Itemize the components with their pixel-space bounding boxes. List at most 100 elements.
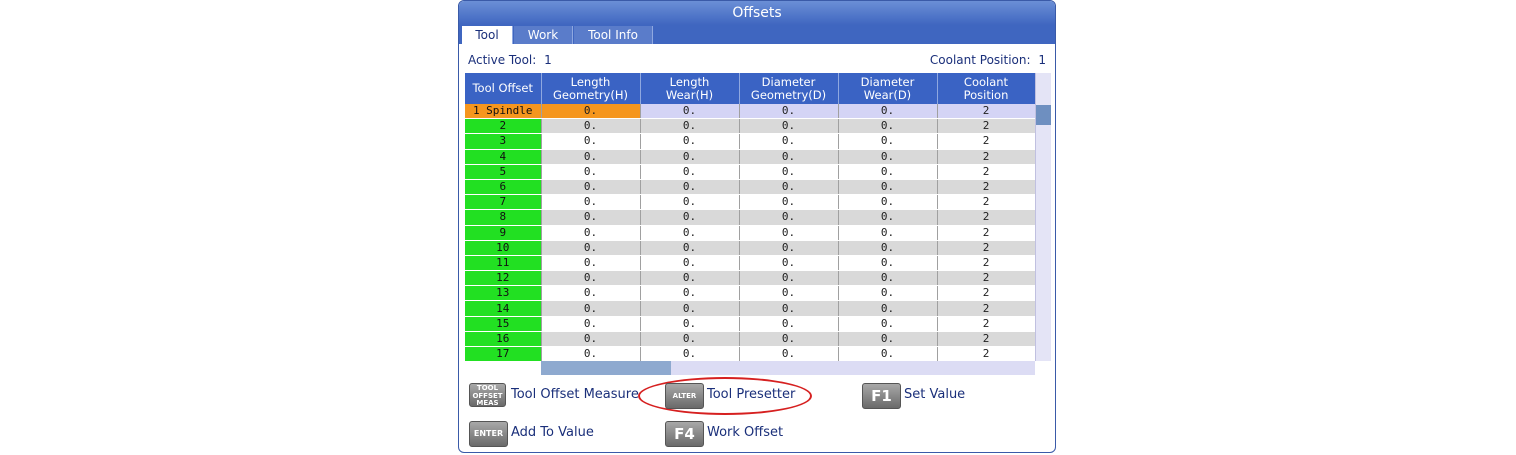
offset-value-cell[interactable]: 0. [640, 285, 740, 302]
tab-tool-info[interactable]: Tool Info [574, 26, 653, 44]
offset-value-cell[interactable]: 0. [640, 179, 740, 196]
offset-value-cell[interactable]: 0. [640, 209, 740, 226]
offset-value-cell[interactable]: 0. [739, 179, 839, 196]
table-row[interactable]: 13 0. 0. 0. 0. 2 [465, 285, 1036, 302]
offset-value-cell[interactable]: 2 [937, 331, 1036, 348]
offset-value-cell[interactable]: 2 [937, 104, 1036, 120]
table-row[interactable]: 12 0. 0. 0. 0. 2 [465, 270, 1036, 287]
offset-value-cell[interactable]: 0. [838, 209, 938, 226]
offset-value-cell[interactable]: 2 [937, 300, 1036, 317]
table-row[interactable]: 9 0. 0. 0. 0. 2 [465, 225, 1036, 241]
offset-value-cell[interactable]: 0. [640, 270, 740, 287]
offset-value-cell[interactable]: 0. [640, 331, 740, 348]
offset-value-cell[interactable]: 0. [838, 346, 938, 363]
offset-value-cell[interactable]: 0. [838, 164, 938, 180]
offset-value-cell[interactable]: 0. [640, 225, 740, 241]
offset-value-cell[interactable]: 2 [937, 255, 1036, 272]
offset-value-cell[interactable]: 0. [541, 255, 641, 272]
offset-value-cell[interactable]: 0. [739, 346, 839, 363]
offset-value-cell[interactable]: 0. [739, 331, 839, 348]
table-row[interactable]: 3 0. 0. 0. 0. 2 [465, 133, 1036, 150]
table-row[interactable]: 6 0. 0. 0. 0. 2 [465, 179, 1036, 196]
offset-value-cell[interactable]: 2 [937, 346, 1036, 363]
offset-value-cell[interactable]: 0. [739, 270, 839, 287]
offset-value-cell[interactable]: 2 [937, 209, 1036, 226]
tool-number-cell[interactable]: 1 Spindle [465, 104, 542, 120]
offset-value-cell[interactable]: 0. [838, 255, 938, 272]
offset-value-cell[interactable]: 0. [640, 133, 740, 150]
offset-value-cell[interactable]: 0. [541, 270, 641, 287]
offset-value-cell[interactable]: 0. [640, 240, 740, 256]
offset-value-cell[interactable]: 0. [640, 194, 740, 211]
offset-value-cell[interactable]: 0. [838, 149, 938, 165]
offset-value-cell[interactable]: 0. [541, 225, 641, 241]
offset-value-cell[interactable]: 2 [937, 179, 1036, 196]
table-row[interactable]: 11 0. 0. 0. 0. 2 [465, 255, 1036, 272]
offset-value-cell[interactable]: 0. [640, 118, 740, 135]
offset-value-cell[interactable]: 2 [937, 149, 1036, 165]
offset-value-cell[interactable]: 0. [838, 179, 938, 196]
offset-value-cell[interactable]: 0. [838, 104, 938, 120]
offset-value-cell[interactable]: 0. [838, 270, 938, 287]
offset-value-cell[interactable]: 0. [739, 225, 839, 241]
offset-value-cell[interactable]: 2 [937, 316, 1036, 332]
offset-value-cell[interactable]: 2 [937, 133, 1036, 150]
offset-value-cell[interactable]: 2 [937, 164, 1036, 180]
offset-value-cell[interactable]: 0. [739, 194, 839, 211]
offset-value-cell[interactable]: 0. [739, 240, 839, 256]
offset-value-cell[interactable]: 2 [937, 194, 1036, 211]
offset-value-cell[interactable]: 0. [541, 209, 641, 226]
offset-value-cell[interactable]: 0. [838, 285, 938, 302]
offset-value-cell[interactable]: 0. [640, 104, 740, 120]
tab-tool[interactable]: Tool [462, 26, 513, 44]
f4-key[interactable]: F4 [665, 421, 704, 447]
table-row[interactable]: 1 Spindle 0. 0. 0. 0. 2 [465, 104, 1036, 120]
offset-value-cell[interactable]: 0. [541, 179, 641, 196]
offset-value-cell[interactable]: 0. [640, 149, 740, 165]
table-row[interactable]: 2 0. 0. 0. 0. 2 [465, 118, 1036, 135]
vertical-scrollbar[interactable] [1035, 73, 1051, 361]
table-row[interactable]: 8 0. 0. 0. 0. 2 [465, 209, 1036, 226]
tool-number-cell[interactable]: 17 [465, 346, 542, 363]
offset-value-cell[interactable]: 0. [838, 118, 938, 135]
offset-value-cell[interactable]: 0. [541, 346, 641, 363]
offset-value-cell[interactable]: 0. [541, 164, 641, 180]
tool-number-cell[interactable]: 8 [465, 209, 542, 226]
offset-value-cell[interactable]: 0. [541, 331, 641, 348]
tool-number-cell[interactable]: 7 [465, 194, 542, 211]
offset-value-cell[interactable]: 0. [541, 149, 641, 165]
offset-value-cell[interactable]: 0. [739, 118, 839, 135]
tool-offset-meas-key[interactable]: TOOL OFFSET MEAS [469, 383, 506, 407]
offset-value-cell[interactable]: 2 [937, 118, 1036, 135]
tool-number-cell[interactable]: 4 [465, 149, 542, 165]
table-row[interactable]: 17 0. 0. 0. 0. 2 [465, 346, 1036, 363]
offset-value-cell[interactable]: 0. [541, 300, 641, 317]
offset-value-cell[interactable]: 0. [838, 194, 938, 211]
table-row[interactable]: 7 0. 0. 0. 0. 2 [465, 194, 1036, 211]
horizontal-scroll-thumb[interactable] [541, 361, 671, 375]
offset-value-cell[interactable]: 0. [541, 316, 641, 332]
offset-value-cell[interactable]: 2 [937, 225, 1036, 241]
offset-value-cell[interactable]: 0. [838, 240, 938, 256]
offset-value-cell[interactable]: 0. [541, 118, 641, 135]
tool-number-cell[interactable]: 11 [465, 255, 542, 272]
offset-value-cell[interactable]: 0. [739, 316, 839, 332]
table-row[interactable]: 4 0. 0. 0. 0. 2 [465, 149, 1036, 165]
offset-value-cell[interactable]: 0. [739, 209, 839, 226]
offset-value-cell[interactable]: 2 [937, 240, 1036, 256]
tool-number-cell[interactable]: 2 [465, 118, 542, 135]
horizontal-scrollbar[interactable] [541, 361, 1035, 375]
vertical-scroll-thumb[interactable] [1036, 105, 1051, 125]
offset-value-cell[interactable]: 0. [640, 346, 740, 363]
table-row[interactable]: 14 0. 0. 0. 0. 2 [465, 300, 1036, 317]
tool-number-cell[interactable]: 15 [465, 316, 542, 332]
tool-number-cell[interactable]: 6 [465, 179, 542, 196]
tool-number-cell[interactable]: 12 [465, 270, 542, 287]
tool-number-cell[interactable]: 13 [465, 285, 542, 302]
offset-value-cell[interactable]: 0. [838, 133, 938, 150]
table-row[interactable]: 15 0. 0. 0. 0. 2 [465, 316, 1036, 332]
offset-value-cell[interactable]: 0. [640, 316, 740, 332]
offset-value-cell[interactable]: 0. [541, 104, 641, 120]
offset-value-cell[interactable]: 0. [541, 194, 641, 211]
offset-value-cell[interactable]: 0. [541, 240, 641, 256]
